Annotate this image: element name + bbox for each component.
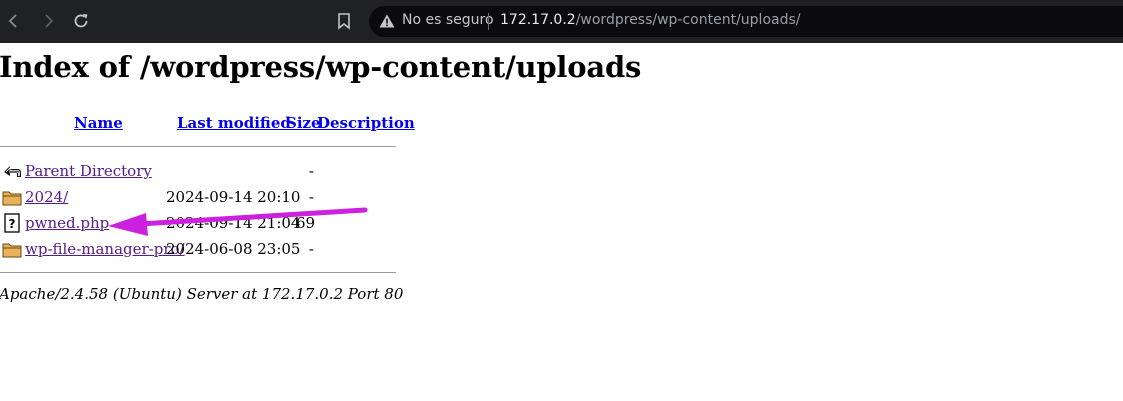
entry-size: - [308, 188, 314, 206]
entry-link[interactable]: 2024/ [25, 188, 68, 206]
entry-modified: 2024-06-08 23:05 [166, 240, 301, 258]
forward-button[interactable] [35, 8, 61, 34]
column-header-name[interactable]: Name [74, 114, 123, 132]
reload-icon [74, 14, 88, 28]
entry-size: 69 [296, 214, 316, 232]
entry-link[interactable]: pwned.php [25, 214, 109, 232]
url-text[interactable]: 172.17.0.2/wordpress/wp-content/uploads/ [500, 12, 800, 28]
table-row: Parent Directory - [0, 160, 400, 182]
table-row: wp-file-manager-pro/ 2024-06-08 23:05 - [0, 238, 400, 260]
arrow-left-icon [8, 14, 17, 28]
folder-icon [2, 191, 22, 206]
url-host: 172.17.0.2 [500, 12, 576, 28]
entry-size: - [308, 162, 314, 180]
folder-icon [2, 243, 22, 258]
browser-toolbar: No es seguro 172.17.0.2/wordpress/wp-con… [0, 0, 1123, 43]
bookmark-button[interactable] [331, 8, 357, 34]
address-bar[interactable]: No es seguro 172.17.0.2/wordpress/wp-con… [369, 6, 1123, 37]
entry-modified: 2024-09-14 20:10 [166, 188, 301, 206]
url-path: /wordpress/wp-content/uploads/ [575, 12, 801, 28]
footer-divider [0, 272, 396, 273]
bookmark-icon [338, 13, 350, 30]
reload-button[interactable] [68, 8, 94, 34]
server-signature: Apache/2.4.58 (Ubuntu) Server at 172.17.… [0, 285, 404, 303]
column-header-size[interactable]: Size [286, 114, 321, 132]
entry-link[interactable]: wp-file-manager-pro/ [25, 240, 185, 258]
entry-link[interactable]: Parent Directory [25, 162, 152, 180]
parent-directory-icon [4, 166, 21, 177]
entry-modified: 2024-09-14 21:04 [166, 214, 301, 232]
page-title: Index of /wordpress/wp-content/uploads [0, 50, 642, 84]
column-header-last-modified[interactable]: Last modified [177, 114, 291, 132]
address-divider [488, 13, 489, 30]
table-row: 2024/ 2024-09-14 20:10 - [0, 186, 400, 208]
entry-size: - [308, 240, 314, 258]
security-status-label[interactable]: No es seguro [402, 12, 494, 28]
column-header-description[interactable]: Description [317, 114, 415, 132]
svg-text:?: ? [9, 217, 16, 231]
table-row: ? pwned.php 2024-09-14 21:04 69 [0, 212, 400, 234]
arrow-right-icon [45, 14, 54, 28]
back-button[interactable] [1, 8, 27, 34]
header-divider [0, 146, 396, 147]
warning-triangle-icon[interactable] [379, 14, 395, 28]
unknown-file-icon: ? [4, 213, 20, 233]
